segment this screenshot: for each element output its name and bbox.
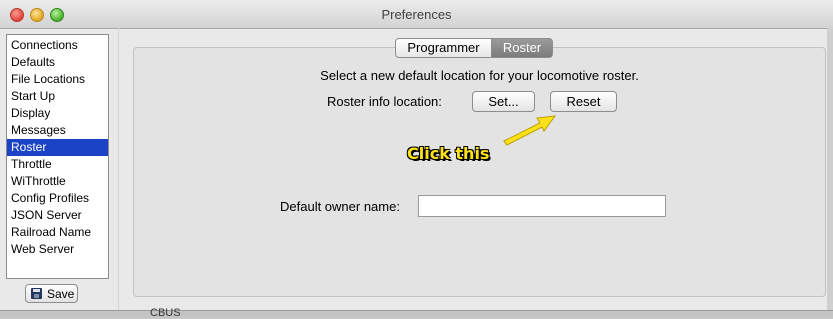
sidebar-item-throttle[interactable]: Throttle <box>7 156 108 173</box>
floppy-disk-icon <box>31 288 42 299</box>
preferences-category-list[interactable]: Connections Defaults File Locations Star… <box>6 34 109 279</box>
annotation-label: Click this <box>407 144 490 163</box>
roster-preferences-panel <box>133 47 826 297</box>
tab-roster[interactable]: Roster <box>491 38 553 58</box>
sidebar-item-file-locations[interactable]: File Locations <box>7 71 108 88</box>
preferences-window: Preferences Connections Defaults File Lo… <box>0 0 833 311</box>
sidebar-divider <box>118 28 119 310</box>
sidebar-item-withrottle[interactable]: WiThrottle <box>7 173 108 190</box>
sidebar-item-web-server[interactable]: Web Server <box>7 241 108 258</box>
save-button[interactable]: Save <box>25 284 78 303</box>
sidebar-item-roster[interactable]: Roster <box>7 139 108 156</box>
sidebar-item-messages[interactable]: Messages <box>7 122 108 139</box>
roster-instruction-text: Select a new default location for your l… <box>320 68 639 83</box>
annotation-arrow-icon <box>503 115 557 146</box>
default-owner-name-input[interactable] <box>418 195 666 217</box>
save-button-label: Save <box>47 287 75 301</box>
window-title: Preferences <box>381 7 452 22</box>
sidebar-item-start-up[interactable]: Start Up <box>7 88 108 105</box>
sidebar-item-display[interactable]: Display <box>7 105 108 122</box>
sidebar-item-config-profiles[interactable]: Config Profiles <box>7 190 108 207</box>
sidebar-item-railroad-name[interactable]: Railroad Name <box>7 224 108 241</box>
tab-programmer[interactable]: Programmer <box>395 38 492 58</box>
sidebar-item-defaults[interactable]: Defaults <box>7 54 108 71</box>
window-edge <box>827 28 833 310</box>
sidebar-item-connections[interactable]: Connections <box>7 37 108 54</box>
roster-location-label: Roster info location: <box>327 94 442 109</box>
background-window-text: CBUS <box>150 307 181 319</box>
background-window-strip <box>0 311 833 318</box>
sidebar-item-json-server[interactable]: JSON Server <box>7 207 108 224</box>
title-bar[interactable]: Preferences <box>0 0 833 29</box>
owner-name-label: Default owner name: <box>280 199 400 214</box>
